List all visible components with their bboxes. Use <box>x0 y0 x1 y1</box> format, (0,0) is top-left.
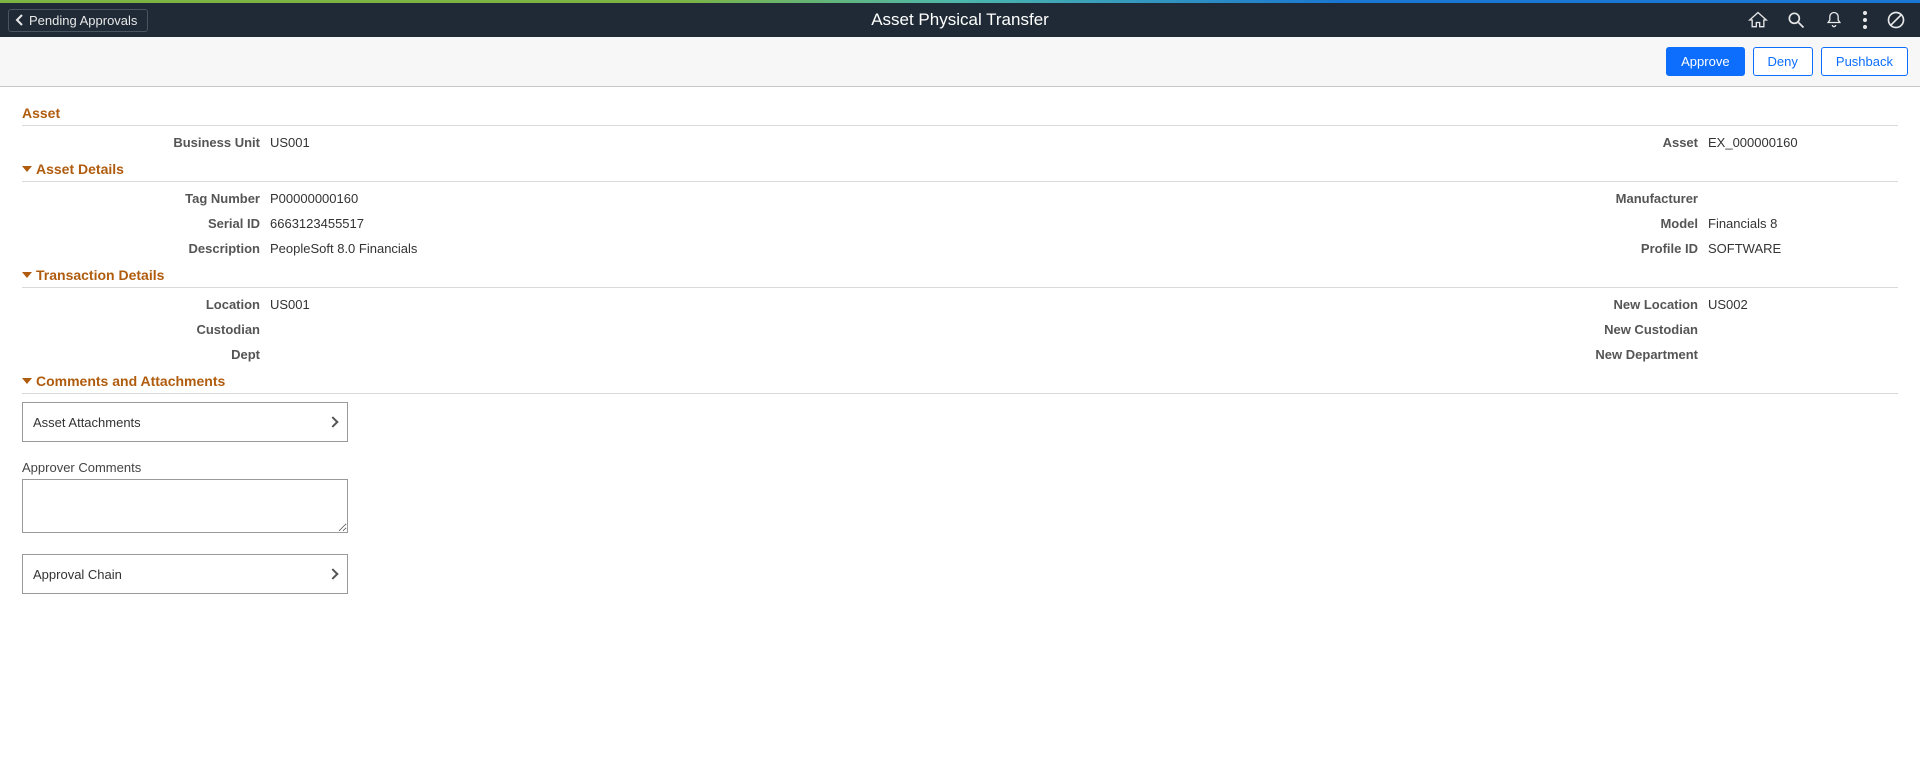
field-serial-id: Serial ID 6663123455517 <box>22 211 960 236</box>
home-icon[interactable] <box>1748 10 1768 30</box>
label-asset: Asset <box>1440 135 1708 150</box>
approval-chain-nav[interactable]: Approval Chain <box>22 554 348 594</box>
section-title-comments-attachments-label: Comments and Attachments <box>36 373 225 389</box>
caret-down-icon <box>22 272 32 278</box>
bell-icon[interactable] <box>1824 10 1844 30</box>
field-new-location: New Location US002 <box>960 292 1898 317</box>
label-manufacturer: Manufacturer <box>1440 191 1708 206</box>
asset-attachments-label: Asset Attachments <box>33 415 141 430</box>
value-profile-id: SOFTWARE <box>1708 241 1781 256</box>
value-location: US001 <box>270 297 310 312</box>
asset-details-grid: Tag Number P00000000160 Manufacturer Ser… <box>22 186 1898 261</box>
asset-grid: Business Unit US001 Asset EX_000000160 <box>22 130 1898 155</box>
label-model: Model <box>1440 216 1708 231</box>
content-area: Asset Business Unit US001 Asset EX_00000… <box>0 87 1920 634</box>
label-tag-number: Tag Number <box>22 191 270 206</box>
field-manufacturer: Manufacturer <box>960 186 1898 211</box>
section-title-transaction-details-label: Transaction Details <box>36 267 164 283</box>
chevron-right-icon <box>327 416 338 427</box>
section-title-asset-details-label: Asset Details <box>36 161 124 177</box>
section-title-asset-details[interactable]: Asset Details <box>22 155 1898 182</box>
approver-comments-label: Approver Comments <box>22 460 1898 475</box>
field-business-unit: Business Unit US001 <box>22 130 960 155</box>
chevron-left-icon <box>15 14 25 26</box>
value-tag-number: P00000000160 <box>270 191 358 206</box>
back-button[interactable]: Pending Approvals <box>8 9 148 32</box>
label-business-unit: Business Unit <box>22 135 270 150</box>
field-custodian: Custodian <box>22 317 960 342</box>
section-title-comments-attachments[interactable]: Comments and Attachments <box>22 367 1898 394</box>
back-button-label: Pending Approvals <box>29 13 137 28</box>
header-icon-group <box>1748 10 1912 30</box>
action-bar: Approve Deny Pushback <box>0 37 1920 87</box>
label-profile-id: Profile ID <box>1440 241 1708 256</box>
field-new-custodian: New Custodian <box>960 317 1898 342</box>
value-asset: EX_000000160 <box>1708 135 1798 150</box>
value-new-location: US002 <box>1708 297 1748 312</box>
label-new-location: New Location <box>1440 297 1708 312</box>
asset-attachments-nav[interactable]: Asset Attachments <box>22 402 348 442</box>
value-serial-id: 6663123455517 <box>270 216 364 231</box>
caret-down-icon <box>22 166 32 172</box>
value-description: PeopleSoft 8.0 Financials <box>270 241 417 256</box>
chevron-right-icon <box>327 568 338 579</box>
label-dept: Dept <box>22 347 270 362</box>
approval-chain-label: Approval Chain <box>33 567 122 582</box>
field-new-department: New Department <box>960 342 1898 367</box>
field-tag-number: Tag Number P00000000160 <box>22 186 960 211</box>
block-icon[interactable] <box>1886 10 1906 30</box>
approver-comments-input[interactable] <box>22 479 348 533</box>
caret-down-icon <box>22 378 32 384</box>
label-serial-id: Serial ID <box>22 216 270 231</box>
value-model: Financials 8 <box>1708 216 1777 231</box>
field-profile-id: Profile ID SOFTWARE <box>960 236 1898 261</box>
section-title-asset: Asset <box>22 99 1898 126</box>
transaction-grid: Location US001 New Location US002 Custod… <box>22 292 1898 367</box>
label-new-department: New Department <box>1440 347 1708 362</box>
label-custodian: Custodian <box>22 322 270 337</box>
field-asset: Asset EX_000000160 <box>960 130 1898 155</box>
search-icon[interactable] <box>1786 10 1806 30</box>
field-dept: Dept <box>22 342 960 367</box>
field-location: Location US001 <box>22 292 960 317</box>
header-bar: Pending Approvals Asset Physical Transfe… <box>0 3 1920 37</box>
more-icon[interactable] <box>1862 10 1868 30</box>
value-business-unit: US001 <box>270 135 310 150</box>
page-title: Asset Physical Transfer <box>871 10 1049 30</box>
field-model: Model Financials 8 <box>960 211 1898 236</box>
field-description: Description PeopleSoft 8.0 Financials <box>22 236 960 261</box>
deny-button[interactable]: Deny <box>1753 47 1813 76</box>
label-location: Location <box>22 297 270 312</box>
section-title-transaction-details[interactable]: Transaction Details <box>22 261 1898 288</box>
pushback-button[interactable]: Pushback <box>1821 47 1908 76</box>
label-description: Description <box>22 241 270 256</box>
approve-button[interactable]: Approve <box>1666 47 1744 76</box>
label-new-custodian: New Custodian <box>1440 322 1708 337</box>
